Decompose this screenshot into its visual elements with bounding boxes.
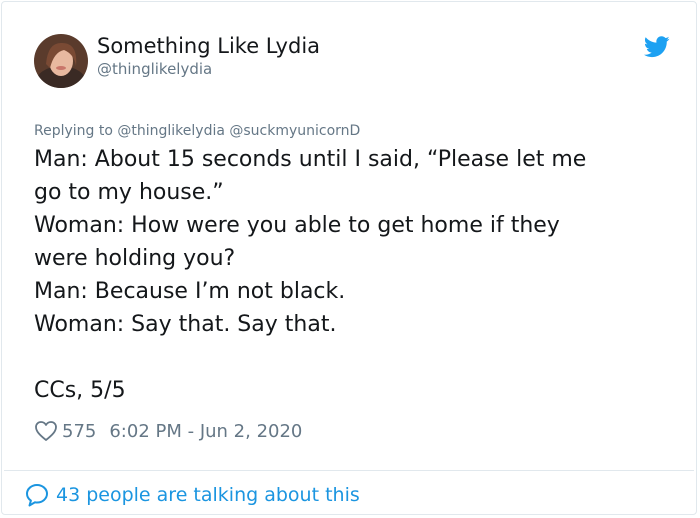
handle[interactable]: @thinglikelydia: [97, 60, 212, 78]
conversation-label: 43 people are talking about this: [56, 484, 360, 506]
tweet-meta: 575 6:02 PM - Jun 2, 2020: [34, 418, 302, 444]
display-name[interactable]: Something Like Lydia: [97, 34, 320, 58]
tweet-text: Man: About 15 seconds until I said, “Ple…: [34, 143, 674, 407]
user-avatar: [34, 34, 88, 88]
speech-bubble-icon: [26, 484, 48, 507]
tweet-line: Man: About 15 seconds until I said, “Ple…: [34, 147, 587, 172]
tweet-line: were holding you?: [34, 246, 236, 271]
conversation-link[interactable]: 43 people are talking about this: [24, 482, 360, 508]
heart-icon[interactable]: [34, 420, 58, 442]
tweet-line: Man: Because I’m not black.: [34, 279, 346, 304]
tweet-line: go to my house.”: [34, 180, 224, 205]
divider: [4, 470, 694, 471]
like-count[interactable]: 575: [62, 421, 96, 442]
timestamp[interactable]: 6:02 PM - Jun 2, 2020: [109, 421, 302, 442]
tweet-line: CCs, 5/5: [34, 378, 126, 403]
tweet-line: Woman: Say that. Say that.: [34, 312, 337, 337]
reply-context[interactable]: Replying to @thinglikelydia @suckmyunico…: [34, 123, 360, 139]
avatar[interactable]: [34, 34, 88, 88]
tweet-line: Woman: How were you able to get home if …: [34, 213, 560, 238]
twitter-bird-icon[interactable]: [644, 36, 670, 58]
tweet-card: Something Like Lydia @thinglikelydia Rep…: [1, 1, 697, 515]
